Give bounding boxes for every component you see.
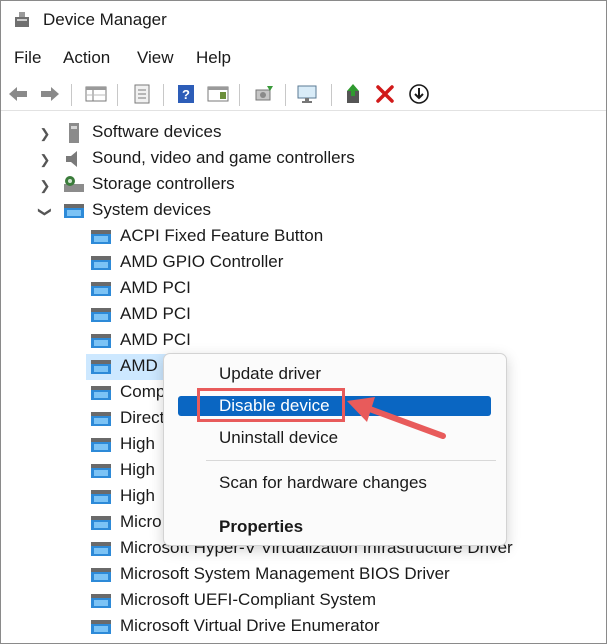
tree-label: Microsoft UEFI-Compliant System (120, 590, 376, 609)
system-device-icon (91, 386, 111, 400)
system-device-icon (91, 542, 111, 556)
tree-label: AMD PCI (120, 330, 191, 349)
window-title: Device Manager (43, 10, 167, 29)
storage-icon (64, 176, 84, 192)
system-device-icon (91, 620, 111, 634)
menu-update-driver[interactable]: Update driver (219, 364, 321, 384)
tree-label: Sound, video and game controllers (92, 148, 355, 167)
menu-view[interactable]: View (137, 48, 174, 68)
print-icon[interactable] (129, 82, 155, 106)
toolbar-separator (163, 84, 164, 106)
system-device-icon (91, 412, 111, 426)
tree-label: Microsoft Virtual Drive Enumerator (120, 616, 380, 635)
system-device-icon (91, 360, 111, 374)
system-device-icon (91, 230, 111, 244)
system-device-icon (91, 568, 111, 582)
tree-item[interactable]: AMD PCI (1, 302, 606, 328)
scan-hardware-icon[interactable] (251, 82, 277, 106)
tree-label: Micro (120, 512, 162, 531)
tree-item[interactable]: AMD GPIO Controller (1, 250, 606, 276)
help-icon[interactable]: ? (173, 82, 199, 106)
tree-label: High (120, 434, 155, 453)
tree-category-sound[interactable]: ❯ Sound, video and game controllers (1, 146, 606, 172)
toolbar-separator (331, 84, 332, 106)
chevron-right-icon[interactable]: ❯ (39, 152, 51, 168)
system-device-icon (91, 308, 111, 322)
menu-scan-hardware[interactable]: Scan for hardware changes (219, 473, 427, 493)
toolbar: ? (1, 78, 606, 111)
tree-label: High (120, 460, 155, 479)
properties-grid-icon[interactable] (83, 82, 109, 106)
back-arrow-icon[interactable] (5, 82, 31, 106)
annotation-arrow-icon (347, 397, 446, 439)
system-device-icon (91, 282, 111, 296)
tree-label: Storage controllers (92, 174, 235, 193)
toolbar-separator (285, 84, 286, 106)
menu-separator (206, 460, 496, 461)
tree-item[interactable]: Microsoft UEFI-Compliant System (1, 588, 606, 614)
tree-category-system-devices[interactable]: ❯ System devices (1, 198, 606, 224)
sound-icon (66, 151, 77, 167)
tree-item[interactable]: Microsoft Virtual Drive Enumerator (1, 614, 606, 640)
tree-category-software-devices[interactable]: ❯ Software devices (1, 120, 606, 146)
tree-item[interactable]: AMD PCI (1, 328, 606, 354)
tree-item[interactable]: AMD PCI (1, 276, 606, 302)
svg-text:?: ? (182, 87, 190, 102)
tree-label: ACPI Fixed Feature Button (120, 226, 324, 245)
menu-action[interactable]: Action (63, 48, 110, 68)
system-device-icon (91, 516, 111, 530)
update-driver-icon[interactable] (341, 82, 367, 106)
chevron-right-icon[interactable]: ❯ (39, 126, 51, 142)
tree-item[interactable]: ACPI Fixed Feature Button (1, 224, 606, 250)
tree-label: AMD GPIO Controller (120, 252, 284, 271)
menu-properties[interactable]: Properties (219, 517, 303, 537)
annotation-highlight-box (197, 388, 345, 422)
system-device-icon (91, 464, 111, 478)
chevron-right-icon[interactable]: ❯ (39, 178, 51, 194)
system-folder-icon (64, 204, 84, 218)
menu-bar: File Action View Help (1, 46, 606, 72)
menu-uninstall-device[interactable]: Uninstall device (219, 428, 338, 448)
context-menu: Update driver Disable device Uninstall d… (163, 353, 507, 546)
tree-label: Microsoft System Management BIOS Driver (120, 564, 450, 583)
system-device-icon (91, 594, 111, 608)
download-icon[interactable] (406, 82, 432, 106)
toolbar-separator (117, 84, 118, 106)
tree-label: AMD PCI (120, 304, 191, 323)
tree-label: AMD (120, 356, 158, 375)
tree-label: Software devices (92, 122, 222, 141)
menu-file[interactable]: File (14, 48, 41, 68)
software-devices-icon (69, 123, 79, 143)
tree-label: Comp (120, 382, 166, 401)
title-bar: Device Manager (1, 1, 606, 41)
monitor-icon[interactable] (295, 82, 321, 106)
tree-label: System devices (92, 200, 212, 219)
toolbar-separator (71, 84, 72, 106)
device-manager-app-icon (15, 12, 29, 27)
system-device-icon (91, 334, 111, 348)
details-pane-icon[interactable] (205, 82, 231, 106)
device-manager-window: Device Manager File Action View Help ? ❯… (0, 0, 607, 644)
tree-item[interactable]: Microsoft System Management BIOS Driver (1, 562, 606, 588)
tree-label: AMD PCI (120, 278, 191, 297)
tree-category-storage[interactable]: ❯ Storage controllers (1, 172, 606, 198)
forward-arrow-icon[interactable] (37, 82, 63, 106)
toolbar-separator (239, 84, 240, 106)
tree-label: High (120, 486, 155, 505)
system-device-icon (91, 256, 111, 270)
system-device-icon (91, 490, 111, 504)
system-device-icon (91, 438, 111, 452)
menu-help[interactable]: Help (196, 48, 231, 68)
chevron-down-icon[interactable]: ❯ (37, 206, 53, 218)
uninstall-x-icon[interactable] (372, 82, 398, 106)
tree-label: Direct (120, 408, 165, 427)
